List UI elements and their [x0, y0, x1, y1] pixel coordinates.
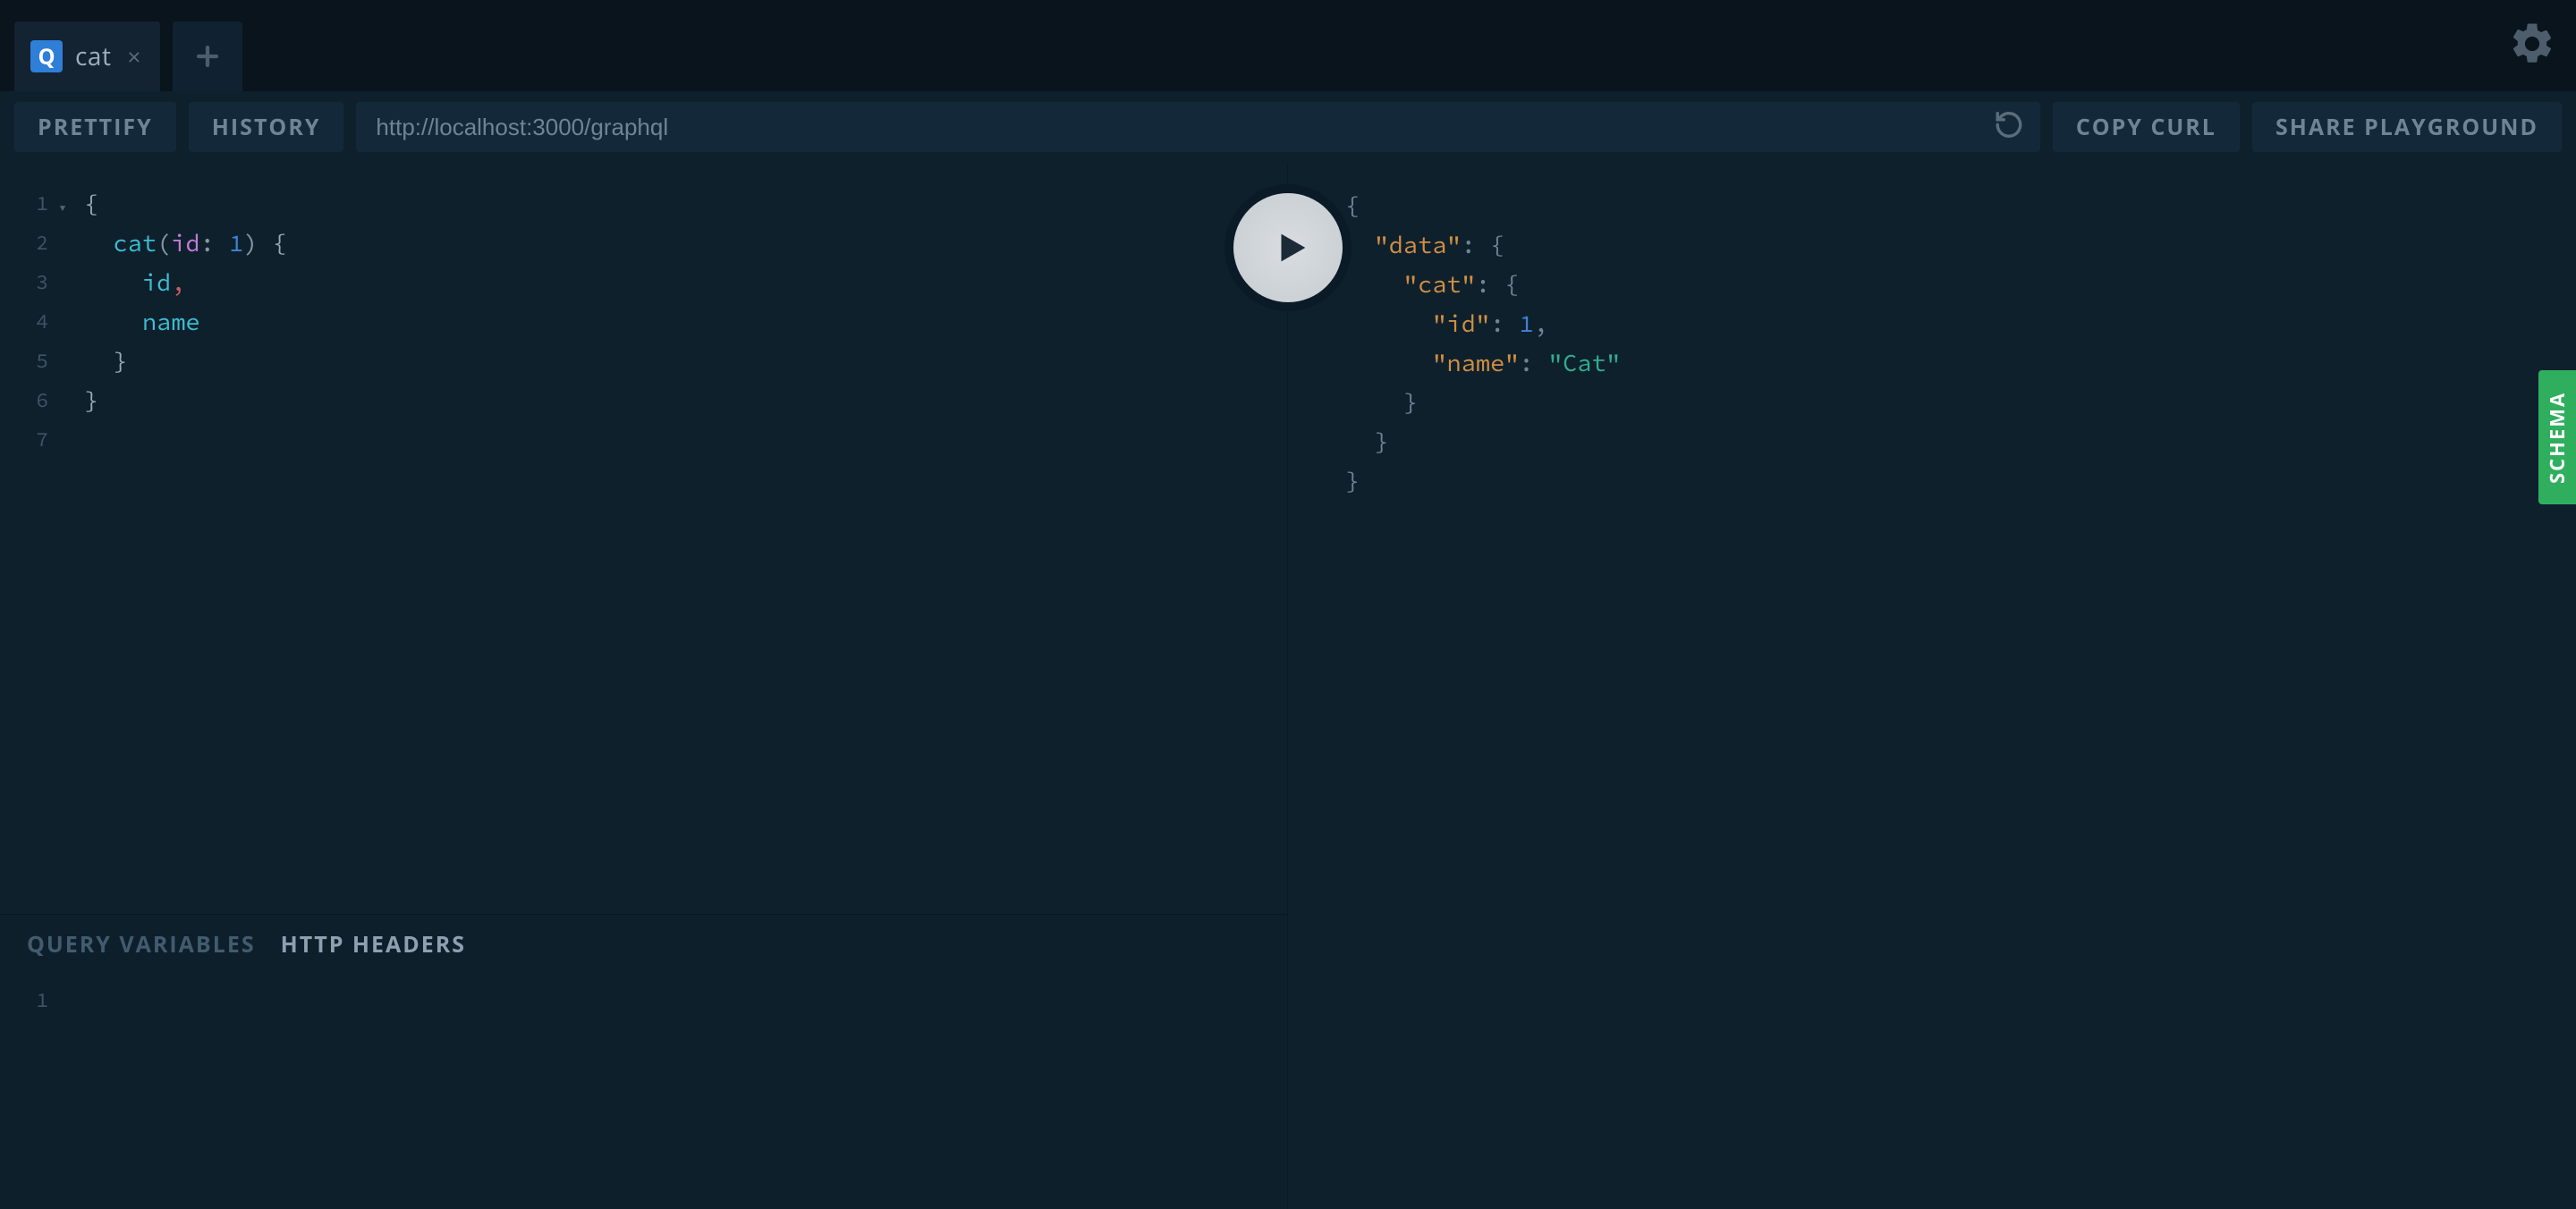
headers-editor[interactable]: 1	[0, 968, 1287, 1209]
tab-cat[interactable]: Q cat ×	[14, 21, 160, 91]
fold-icon[interactable]: ▾	[57, 188, 68, 227]
headers-gutter: 1	[0, 968, 52, 1209]
settings-button[interactable]	[2508, 20, 2556, 72]
query-code[interactable]: { cat(id: 1) { id, name } }	[52, 165, 1287, 914]
result-json[interactable]: ▾{ ▾"data": { "cat": { "id": 1, "name": …	[1288, 182, 2576, 501]
tab-http-headers[interactable]: HTTP HEADERS	[281, 929, 466, 960]
play-icon	[1271, 227, 1312, 268]
copy-curl-button[interactable]: COPY CURL	[2053, 102, 2240, 152]
tab-label: cat	[75, 39, 111, 73]
close-icon[interactable]: ×	[127, 40, 140, 72]
schema-tab[interactable]: SCHEMA	[2538, 370, 2576, 504]
new-tab-button[interactable]	[173, 21, 242, 91]
result-column: ▾{ ▾"data": { "cat": { "id": 1, "name": …	[1288, 165, 2576, 1209]
tab-query-variables[interactable]: QUERY VARIABLES	[27, 929, 256, 960]
tab-bar: Q cat ×	[0, 0, 2576, 91]
gear-icon	[2508, 20, 2556, 68]
plus-icon	[192, 41, 223, 72]
reload-button[interactable]	[1994, 110, 2024, 145]
execute-button[interactable]	[1233, 193, 1343, 302]
share-playground-button[interactable]: SHARE PLAYGROUND	[2252, 102, 2562, 152]
bottom-tabs: QUERY VARIABLES HTTP HEADERS	[0, 915, 1287, 968]
query-editor[interactable]: 1▾ 2 3 4 5 6 7 { cat(id: 1) { id, name }…	[0, 165, 1287, 914]
main-area: 1▾ 2 3 4 5 6 7 { cat(id: 1) { id, name }…	[0, 165, 2576, 1209]
bottom-panel: QUERY VARIABLES HTTP HEADERS 1	[0, 914, 1287, 1209]
endpoint-bar	[356, 102, 2039, 152]
query-gutter: 1▾ 2 3 4 5 6 7	[0, 165, 52, 914]
toolbar: PRETTIFY HISTORY COPY CURL SHARE PLAYGRO…	[0, 91, 2576, 150]
endpoint-input[interactable]	[376, 114, 2020, 141]
history-button[interactable]: HISTORY	[189, 102, 344, 152]
headers-code[interactable]	[52, 968, 1287, 1209]
tab-badge: Q	[30, 40, 63, 72]
reload-icon	[1994, 110, 2024, 140]
prettify-button[interactable]: PRETTIFY	[14, 102, 176, 152]
query-editor-column: 1▾ 2 3 4 5 6 7 { cat(id: 1) { id, name }…	[0, 165, 1288, 1209]
